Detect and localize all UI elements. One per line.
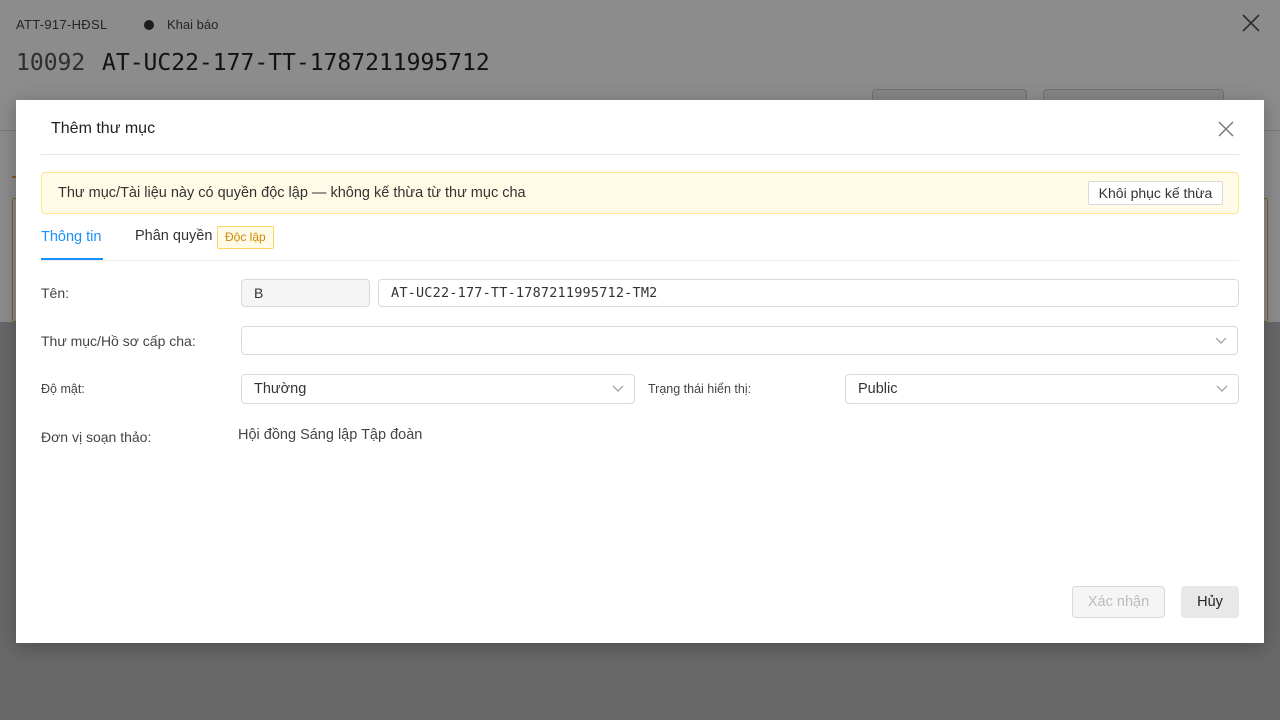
- parent-folder-label: Thư mục/Hồ sơ cấp cha:: [41, 333, 196, 349]
- chevron-down-icon: [612, 385, 624, 392]
- close-icon[interactable]: [1216, 119, 1236, 139]
- drafting-unit-label: Đơn vị soạn thảo:: [41, 429, 152, 445]
- chevron-down-icon: [1215, 337, 1227, 344]
- tab-info[interactable]: Thông tin: [41, 229, 101, 245]
- divider: [41, 154, 1239, 155]
- restore-inheritance-button[interactable]: Khôi phục kế thừa: [1088, 181, 1223, 205]
- tabs-divider: [41, 260, 1239, 261]
- display-status-label: Trạng thái hiển thị:: [648, 382, 752, 396]
- name-label: Tên:: [41, 285, 70, 301]
- display-status-select[interactable]: Public: [845, 374, 1239, 404]
- parent-folder-select[interactable]: [241, 326, 1238, 355]
- chevron-down-icon: [1216, 385, 1228, 392]
- name-input[interactable]: AT-UC22-177-TT-1787211995712-TM2: [378, 279, 1239, 307]
- independent-badge: Độc lập: [217, 226, 274, 249]
- display-status-value: Public: [858, 381, 898, 397]
- modal-title: Thêm thư mục: [51, 120, 156, 137]
- security-label: Độ mật:: [41, 382, 85, 396]
- security-select[interactable]: Thường: [241, 374, 635, 404]
- cancel-button[interactable]: Hủy: [1181, 586, 1239, 618]
- alert-text: Thư mục/Tài liệu này có quyền độc lập — …: [58, 185, 526, 201]
- drafting-unit-value: Hội đồng Sáng lập Tập đoàn: [238, 427, 423, 443]
- name-prefix-field: B: [241, 279, 370, 307]
- confirm-button[interactable]: Xác nhận: [1072, 586, 1165, 618]
- inheritance-alert: Thư mục/Tài liệu này có quyền độc lập — …: [41, 172, 1239, 214]
- security-value: Thường: [254, 381, 307, 397]
- add-folder-modal: Thêm thư mục Thư mục/Tài liệu này có quy…: [16, 100, 1264, 643]
- tab-permissions[interactable]: Phân quyền: [135, 228, 212, 244]
